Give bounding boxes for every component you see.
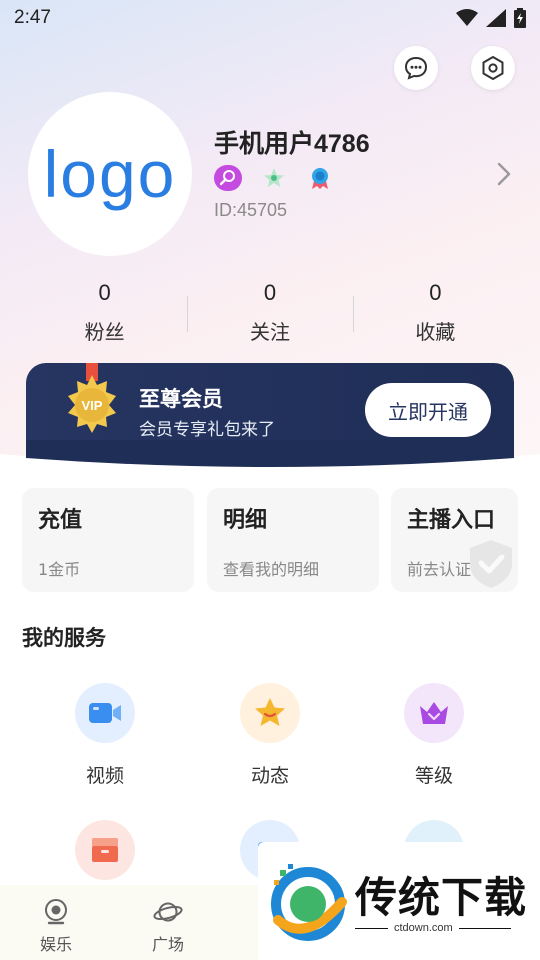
video-camera-icon [75, 683, 135, 743]
service-label: 视频 [85, 765, 124, 787]
hexagon-settings-icon [482, 56, 504, 80]
watermark-text: 传统下载 [355, 873, 528, 922]
stat-favorites[interactable]: 0 收藏 [352, 280, 518, 350]
card-title: 主播入口 [407, 508, 496, 533]
quick-cards: 充值 1金币 明细 查看我的明细 主播入口 前去认证 [22, 488, 518, 592]
card-details[interactable]: 明细 查看我的明细 [207, 488, 379, 592]
webcam-icon [45, 899, 67, 925]
tab-square[interactable]: 广场 [128, 885, 208, 955]
card-subtitle: 1金币 [38, 560, 81, 579]
status-time: 2:47 [14, 7, 51, 28]
vip-subtitle: 会员专享礼包来了 [139, 420, 275, 440]
watermark-url: ctdown.com [388, 922, 459, 934]
stats-row: 0 粉丝 0 关注 0 收藏 [22, 280, 518, 350]
card-recharge[interactable]: 充值 1金币 [22, 488, 194, 592]
battery-icon [514, 8, 526, 28]
signal-icon [486, 9, 506, 27]
card-title: 明细 [223, 508, 268, 533]
stat-label: 关注 [249, 320, 290, 344]
profile-chevron-right-icon[interactable] [494, 160, 514, 192]
stat-count: 0 [263, 280, 277, 305]
planet-icon [153, 902, 183, 922]
watermark-logo-icon [271, 864, 347, 941]
chat-bubble-icon [404, 56, 428, 80]
vip-title: 至尊会员 [139, 387, 223, 411]
badge-search-icon [214, 165, 242, 191]
stat-fans[interactable]: 0 粉丝 [22, 280, 187, 350]
service-video[interactable]: 视频 [40, 683, 170, 788]
user-id: ID:45705 [214, 200, 288, 220]
tab-label: 广场 [151, 935, 184, 954]
service-label: 等级 [414, 765, 453, 787]
service-label: 动态 [250, 765, 289, 787]
user-badges [214, 165, 334, 191]
watermark: 传统下载 ctdown.com [258, 842, 540, 960]
badge-medal-icon [306, 165, 334, 191]
tab-label: 娱乐 [39, 935, 72, 954]
content-panel-curve [0, 440, 540, 480]
settings-button[interactable] [471, 46, 515, 90]
service-box[interactable] [40, 820, 170, 880]
card-subtitle: 查看我的明细 [223, 560, 320, 579]
avatar[interactable]: logo [28, 92, 192, 256]
badge-star-icon [260, 165, 288, 191]
card-anchor-entry[interactable]: 主播入口 前去认证 [391, 488, 518, 592]
stat-following[interactable]: 0 关注 [187, 280, 352, 350]
shield-check-icon [464, 536, 518, 592]
status-icons [456, 8, 526, 28]
stat-count: 0 [98, 280, 111, 305]
vip-open-button[interactable]: 立即开通 [365, 383, 491, 437]
tab-entertainment[interactable]: 娱乐 [16, 885, 96, 955]
service-level[interactable]: 等级 [369, 683, 499, 788]
status-bar: 2:47 [0, 0, 540, 36]
stat-label: 粉丝 [84, 320, 125, 344]
box-icon [75, 820, 135, 880]
username: 手机用户4786 [214, 130, 370, 158]
service-moments[interactable]: 动态 [205, 683, 335, 788]
wifi-icon [456, 9, 478, 26]
avatar-logo-text: logo [43, 137, 177, 211]
stat-count: 0 [429, 280, 442, 305]
star-face-icon [240, 683, 300, 743]
services-title: 我的服务 [22, 626, 106, 650]
vip-badge-text: VIP [82, 398, 103, 413]
vip-medal-icon: VIP [60, 363, 124, 443]
stat-label: 收藏 [415, 320, 456, 344]
crown-icon [404, 683, 464, 743]
card-title: 充值 [38, 508, 83, 533]
message-button[interactable] [394, 46, 438, 90]
